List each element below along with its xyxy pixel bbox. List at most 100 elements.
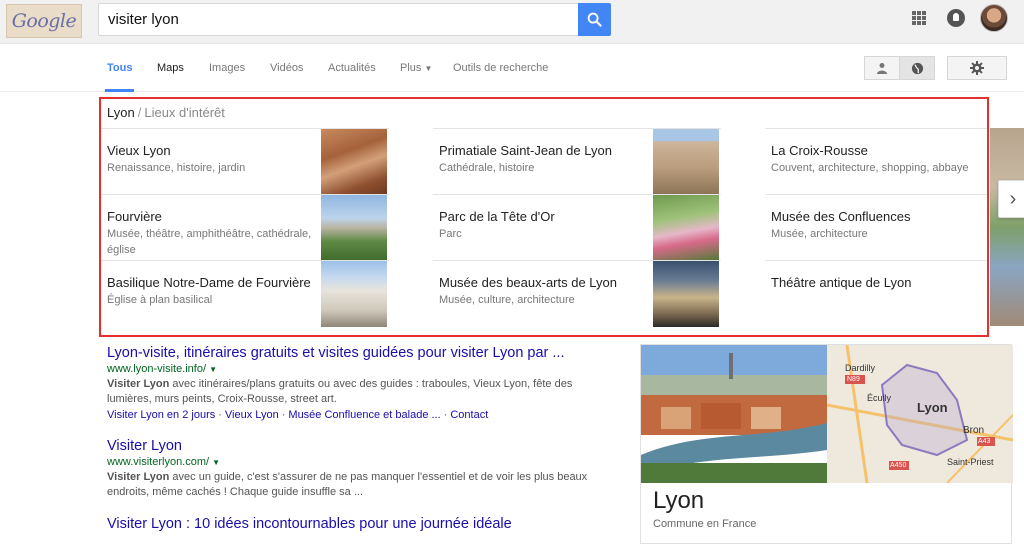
result-snippet: Visiter Lyon avec itinéraires/plans grat…	[107, 377, 607, 407]
poi-card-theatre-antique[interactable]: Théâtre antique de Lyon	[765, 260, 987, 326]
result-url-text: www.lyon-visite.info/	[107, 363, 207, 375]
poi-title: Basilique Notre-Dame de Fourvière	[107, 275, 311, 290]
poi-title: Musée des beaux-arts de Lyon	[439, 275, 618, 290]
poi-card-croix-rousse[interactable]: La Croix-Rousse Couvent, architecture, s…	[765, 128, 987, 194]
poi-card-basilique[interactable]: Basilique Notre-Dame de Fourvière Église…	[101, 260, 389, 327]
private-results-button[interactable]	[864, 56, 900, 80]
settings-button[interactable]	[947, 56, 1007, 80]
result-title-link[interactable]: Visiter Lyon	[107, 438, 607, 454]
notifications-bell-icon[interactable]	[947, 9, 965, 27]
map-label: N89	[847, 376, 860, 383]
city-photo[interactable]	[641, 345, 827, 483]
sitelinks: Visiter Lyon en 2 jours · Vieux Lyon · Musée…	[107, 409, 489, 421]
sitelink[interactable]: Vieux Lyon	[225, 409, 279, 421]
search-result: Visiter Lyon www.visiterlyon.com/ ▼ Visi…	[107, 438, 607, 500]
points-of-interest-carousel: Lyon / Lieux d'intérêt Vieux Lyon Renaissa…	[99, 97, 989, 337]
city-photo-illustration	[641, 345, 827, 483]
sitelink[interactable]: Visiter Lyon en 2 jours	[107, 409, 215, 421]
result-title-link[interactable]: Lyon-visite, itinéraires gratuits et vis…	[107, 345, 607, 361]
account-avatar[interactable]	[980, 4, 1008, 32]
caret-down-icon[interactable]: ▼	[209, 365, 217, 374]
snippet-highlight: Visiter Lyon	[107, 378, 170, 390]
search-result: Lyon-visite, itinéraires gratuits et vis…	[107, 345, 607, 421]
poi-thumbnail	[653, 261, 719, 327]
poi-title: Vieux Lyon	[107, 143, 171, 158]
poi-title: Primatiale Saint-Jean de Lyon	[439, 143, 612, 158]
tab-maps[interactable]: Maps	[157, 62, 184, 74]
poi-description: Musée, théâtre, amphithéâtre, cathédrale…	[107, 228, 312, 256]
google-doodle-logo[interactable]: Google	[6, 4, 82, 38]
breadcrumb-current: Lieux d'intérêt	[144, 105, 225, 120]
snippet-highlight: Visiter Lyon	[107, 471, 170, 483]
apps-grid-icon[interactable]	[912, 11, 926, 25]
map-label: Dardilly	[845, 363, 876, 373]
tab-images[interactable]: Images	[209, 62, 245, 74]
city-map[interactable]: Dardilly N89 Écully Lyon Bron A43 A450 S…	[827, 345, 1013, 483]
tab-news[interactable]: Actualités	[328, 62, 376, 74]
poi-title: Parc de la Tête d'Or	[439, 209, 555, 224]
snippet-text: avec un guide, c'est s'assurer de ne pas…	[107, 471, 588, 498]
result-url: www.visiterlyon.com/ ▼	[107, 456, 607, 468]
globe-icon	[911, 62, 923, 74]
result-url-text: www.visiterlyon.com/	[107, 456, 210, 468]
poi-description: Renaissance, histoire, jardin	[107, 162, 246, 174]
poi-title: La Croix-Rousse	[771, 143, 868, 158]
snippet-text: avec itinéraires/plans gratuits ou avec …	[107, 378, 573, 405]
poi-thumbnail	[653, 195, 719, 261]
tab-more[interactable]: Plus ▼	[400, 62, 432, 74]
breadcrumb: Lyon / Lieux d'intérêt	[107, 105, 225, 120]
tab-all[interactable]: Tous	[104, 62, 135, 92]
top-bar: Google visiter lyon	[0, 0, 1024, 44]
carousel-overflow-thumbnail	[990, 128, 1024, 326]
entity-subtitle: Commune en France	[653, 518, 757, 530]
tab-search-tools[interactable]: Outils de recherche	[453, 62, 548, 74]
poi-card-fourviere[interactable]: Fourvière Musée, théâtre, amphithéâtre, …	[101, 194, 389, 261]
poi-card-musee-confluences[interactable]: Musée des Confluences Musée, architectur…	[765, 194, 987, 260]
poi-thumbnail	[653, 129, 719, 195]
poi-thumbnail	[321, 261, 387, 327]
gear-icon	[970, 61, 984, 75]
search-button[interactable]	[578, 3, 611, 36]
tab-videos[interactable]: Vidéos	[270, 62, 303, 74]
tab-more-label: Plus	[400, 62, 422, 74]
poi-description: Couvent, architecture, shopping, abbaye	[771, 162, 969, 174]
map-label: A450	[890, 462, 907, 469]
map-label: Lyon	[917, 400, 948, 415]
poi-card-primatiale[interactable]: Primatiale Saint-Jean de Lyon Cathédrale…	[433, 128, 721, 195]
poi-thumbnail	[321, 195, 387, 261]
poi-thumbnail	[321, 129, 387, 195]
person-icon	[877, 63, 887, 74]
result-snippet: Visiter Lyon avec un guide, c'est s'assu…	[107, 470, 607, 500]
search-input[interactable]: visiter lyon	[98, 3, 578, 36]
map-label: Bron	[963, 425, 985, 436]
sitelink[interactable]: Contact	[450, 409, 488, 421]
global-results-button[interactable]	[899, 56, 935, 80]
poi-card-parc-tete-dor[interactable]: Parc de la Tête d'Or Parc	[433, 194, 721, 261]
chevron-down-icon: ▼	[424, 64, 433, 73]
map-label: A43	[978, 438, 991, 445]
result-url: www.lyon-visite.info/ ▼	[107, 363, 607, 375]
poi-description: Musée, architecture	[771, 228, 868, 240]
poi-description: Musée, culture, architecture	[439, 294, 575, 306]
caret-down-icon[interactable]: ▼	[212, 458, 220, 467]
chevron-right-icon: ›	[1009, 187, 1017, 210]
breadcrumb-root[interactable]: Lyon	[107, 105, 135, 120]
poi-description: Église à plan basilical	[107, 294, 213, 306]
sitelink[interactable]: Musée Confluence et balade ...	[288, 409, 440, 421]
entity-title: Lyon	[653, 487, 705, 514]
search-tabs: Tous Maps Images Vidéos Actualités Plus …	[0, 44, 1024, 92]
poi-card-vieux-lyon[interactable]: Vieux Lyon Renaissance, histoire, jardin	[101, 128, 389, 195]
poi-title: Fourvière	[107, 209, 162, 224]
carousel-next-button[interactable]: ›	[998, 180, 1024, 218]
poi-title: Théâtre antique de Lyon	[771, 275, 912, 290]
result-title-link[interactable]: Visiter Lyon : 10 idées incontournables …	[107, 516, 607, 532]
poi-description: Cathédrale, histoire	[439, 162, 535, 174]
knowledge-panel: Dardilly N89 Écully Lyon Bron A43 A450 S…	[640, 344, 1013, 544]
poi-description: Parc	[439, 228, 462, 240]
poi-title: Musée des Confluences	[771, 209, 911, 224]
poi-card-musee-beaux-arts[interactable]: Musée des beaux-arts de Lyon Musée, cult…	[433, 260, 721, 327]
map-label: Écully	[867, 393, 892, 403]
search-result: Visiter Lyon : 10 idées incontournables …	[107, 516, 607, 532]
search-icon	[587, 12, 602, 27]
map-label: Saint-Priest	[947, 457, 994, 467]
